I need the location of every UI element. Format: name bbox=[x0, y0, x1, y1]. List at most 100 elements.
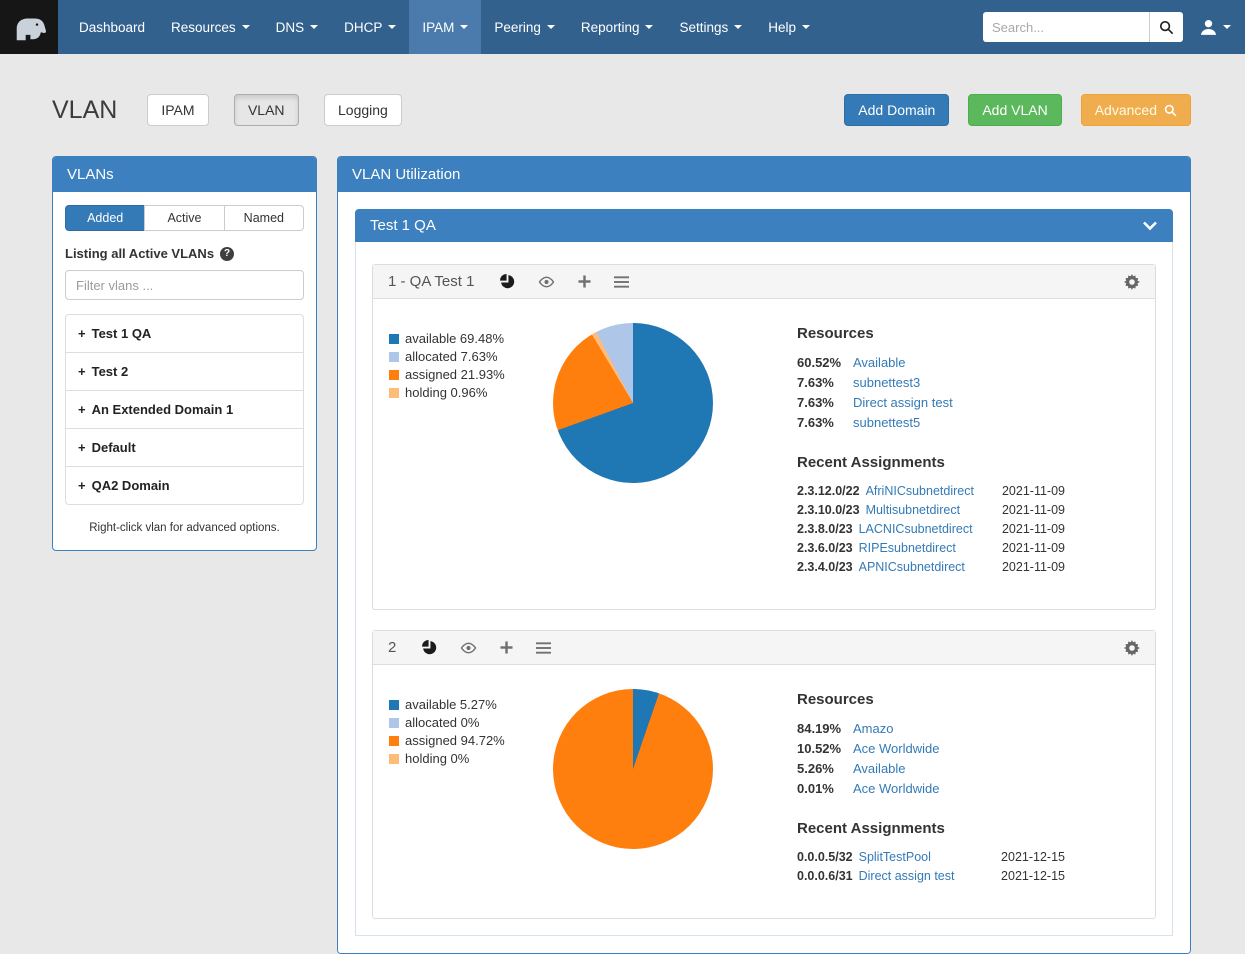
tab-added[interactable]: Added bbox=[65, 205, 145, 231]
listing-label-text: Listing all Active VLANs bbox=[65, 246, 214, 261]
view-logging-button[interactable]: Logging bbox=[324, 94, 402, 126]
assignment-link[interactable]: Multisubnetdirect bbox=[866, 503, 961, 517]
resource-link[interactable]: Amazo bbox=[853, 721, 893, 736]
legend-label: assigned 94.72% bbox=[405, 733, 505, 748]
assignment-link[interactable]: LACNICsubnetdirect bbox=[859, 522, 973, 536]
gear-icon[interactable] bbox=[1124, 640, 1140, 656]
user-menu[interactable] bbox=[1199, 18, 1231, 37]
vlan-list-item-an-extended-domain-1[interactable]: +An Extended Domain 1 bbox=[66, 391, 303, 429]
add-vlan-button[interactable]: Add VLAN bbox=[968, 94, 1061, 126]
assignment-row: 2.3.4.0/23APNICsubnetdirect2021-11-09 bbox=[797, 560, 1065, 574]
menu-icon[interactable] bbox=[614, 276, 629, 288]
vlan-item-label: Test 1 QA bbox=[92, 326, 152, 341]
view-ipam-button[interactable]: IPAM bbox=[147, 94, 208, 126]
assignment-cidr: 2.3.4.0/23 bbox=[797, 560, 853, 574]
menu-icon[interactable] bbox=[536, 642, 551, 654]
vlan-list-item-test-2[interactable]: +Test 2 bbox=[66, 353, 303, 391]
vlan-group-title: Test 1 QA bbox=[370, 217, 436, 234]
legend-item: allocated 7.63% bbox=[389, 349, 541, 364]
legend-label: holding 0.96% bbox=[405, 385, 487, 400]
vlan-filter-input[interactable] bbox=[65, 270, 304, 300]
nav-item-dashboard[interactable]: Dashboard bbox=[66, 0, 158, 54]
resource-link[interactable]: Direct assign test bbox=[853, 395, 953, 410]
nav-item-resources[interactable]: Resources bbox=[158, 0, 263, 54]
assignment-link[interactable]: AfriNICsubnetdirect bbox=[866, 484, 974, 498]
eye-icon[interactable] bbox=[460, 642, 477, 654]
main-menu: Dashboard Resources DNS DHCP IPAM Peerin… bbox=[66, 0, 823, 54]
assignment-row: 2.3.10.0/23Multisubnetdirect2021-11-09 bbox=[797, 503, 1065, 517]
add-domain-button[interactable]: Add Domain bbox=[844, 94, 949, 126]
advanced-button[interactable]: Advanced bbox=[1081, 94, 1191, 126]
resource-row: 7.63%subnettest3 bbox=[797, 375, 1065, 390]
resources-heading: Resources bbox=[797, 691, 1065, 708]
vlan-list-item-qa2-domain[interactable]: +QA2 Domain bbox=[66, 467, 303, 504]
vlan-box-header: 2 bbox=[373, 631, 1155, 665]
search-button[interactable] bbox=[1149, 12, 1183, 42]
resource-percent: 5.26% bbox=[797, 761, 853, 776]
pie-legend: available 69.48% allocated 7.63% assigne… bbox=[389, 315, 541, 403]
view-vlan-button[interactable]: VLAN bbox=[234, 94, 299, 126]
top-navbar: Dashboard Resources DNS DHCP IPAM Peerin… bbox=[0, 0, 1245, 54]
pie-chart-icon[interactable] bbox=[422, 640, 437, 655]
resource-link[interactable]: Available bbox=[853, 355, 906, 370]
vlan-box-2: 2 available 5.27% bbox=[372, 630, 1156, 919]
expand-icon: + bbox=[78, 364, 86, 379]
nav-item-dhcp[interactable]: DHCP bbox=[331, 0, 409, 54]
legend-swatch bbox=[389, 370, 399, 380]
resource-row: 7.63%subnettest5 bbox=[797, 415, 1065, 430]
plus-icon[interactable] bbox=[500, 641, 513, 654]
expand-icon: + bbox=[78, 326, 86, 341]
elephant-icon bbox=[10, 10, 48, 44]
resources-heading: Resources bbox=[797, 325, 1065, 342]
pie-chart-icon[interactable] bbox=[500, 274, 515, 289]
nav-label: DNS bbox=[276, 20, 305, 35]
utilization-pie-chart bbox=[553, 689, 713, 849]
tab-active[interactable]: Active bbox=[144, 205, 224, 231]
legend-swatch bbox=[389, 388, 399, 398]
assignment-row: 2.3.6.0/23RIPEsubnetdirect2021-11-09 bbox=[797, 541, 1065, 555]
resource-row: 10.52%Ace Worldwide bbox=[797, 741, 1065, 756]
search-icon bbox=[1159, 20, 1174, 35]
resource-link[interactable]: Ace Worldwide bbox=[853, 741, 939, 756]
gear-icon[interactable] bbox=[1124, 274, 1140, 290]
vlan-box-1: 1 - QA Test 1 available 69.48% bbox=[372, 264, 1156, 610]
vlan-list-item-default[interactable]: + Default bbox=[66, 429, 303, 467]
resource-row: 84.19%Amazo bbox=[797, 721, 1065, 736]
plus-icon[interactable] bbox=[578, 275, 591, 288]
nav-item-peering[interactable]: Peering bbox=[481, 0, 568, 54]
tab-named[interactable]: Named bbox=[224, 205, 304, 231]
nav-item-help[interactable]: Help bbox=[755, 0, 823, 54]
resource-percent: 7.63% bbox=[797, 375, 853, 390]
legend-swatch bbox=[389, 736, 399, 746]
pie-legend: available 5.27% allocated 0% assigned 94… bbox=[389, 681, 541, 769]
nav-item-dns[interactable]: DNS bbox=[263, 0, 332, 54]
resource-row: 0.01%Ace Worldwide bbox=[797, 781, 1065, 796]
assignment-link[interactable]: APNICsubnetdirect bbox=[859, 560, 965, 574]
vlan-group-header[interactable]: Test 1 QA bbox=[355, 209, 1173, 242]
resource-link[interactable]: subnettest5 bbox=[853, 415, 920, 430]
nav-label: Peering bbox=[494, 20, 541, 35]
assignment-link[interactable]: Direct assign test bbox=[859, 869, 955, 883]
vlan-box-header: 1 - QA Test 1 bbox=[373, 265, 1155, 299]
chevron-down-icon bbox=[645, 25, 653, 29]
help-icon[interactable]: ? bbox=[220, 247, 234, 261]
search-input[interactable] bbox=[983, 12, 1149, 42]
nav-item-settings[interactable]: Settings bbox=[666, 0, 755, 54]
expand-icon: + bbox=[78, 440, 86, 455]
chevron-down-icon bbox=[310, 25, 318, 29]
vlan-item-label: Default bbox=[92, 440, 136, 455]
nav-label: Help bbox=[768, 20, 796, 35]
resource-link[interactable]: subnettest3 bbox=[853, 375, 920, 390]
legend-label: available 5.27% bbox=[405, 697, 497, 712]
nav-item-reporting[interactable]: Reporting bbox=[568, 0, 667, 54]
nav-item-ipam[interactable]: IPAM bbox=[409, 0, 481, 54]
assignment-link[interactable]: RIPEsubnetdirect bbox=[859, 541, 956, 555]
vlan-list-item-test-1-qa[interactable]: + Test 1 QA bbox=[66, 315, 303, 353]
eye-icon[interactable] bbox=[538, 276, 555, 288]
assignment-link[interactable]: SplitTestPool bbox=[859, 850, 931, 864]
app-logo[interactable] bbox=[0, 0, 58, 54]
assignment-cidr: 2.3.8.0/23 bbox=[797, 522, 853, 536]
resource-link[interactable]: Ace Worldwide bbox=[853, 781, 939, 796]
assignment-row: 2.3.8.0/23LACNICsubnetdirect2021-11-09 bbox=[797, 522, 1065, 536]
resource-link[interactable]: Available bbox=[853, 761, 906, 776]
